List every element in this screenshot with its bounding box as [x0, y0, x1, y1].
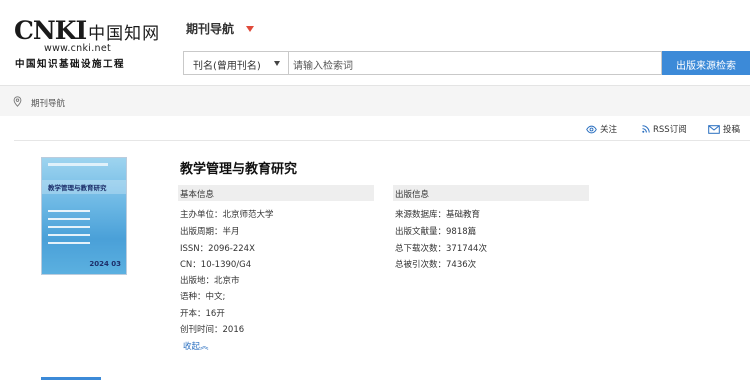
logo-wordmark: CNKI 中国知网 [14, 16, 160, 45]
row-label: ISSN： [180, 244, 209, 254]
location-pin-icon [13, 96, 22, 107]
row-value: 基础教育 [446, 210, 481, 220]
envelope-icon [708, 124, 720, 134]
follow-label: 关注 [600, 125, 618, 135]
row-value: 半月 [222, 227, 240, 237]
row-value: 北京市 [214, 276, 240, 286]
row-value: 2096-224X [208, 244, 255, 254]
publish-info-row: 来源数据库：基础教育 [395, 208, 480, 220]
row-label: 出版周期： [180, 227, 223, 237]
submit-action[interactable]: 投稿 [708, 123, 740, 135]
basic-info-row: 语种：中文; [180, 290, 225, 302]
basic-info-row: 主办单位：北京师范大学 [180, 208, 274, 220]
row-value: 16开 [205, 309, 225, 319]
row-label: 来源数据库： [395, 210, 447, 220]
publish-info-heading: 出版信息 [393, 185, 589, 201]
basic-info-row: ISSN：2096-224X [180, 242, 255, 254]
row-label: 创刊时间： [180, 325, 223, 335]
cnki-logo[interactable]: CNKI 中国知网 www.cnki.net 中国知识基础设施工程 [14, 16, 164, 76]
search-button[interactable]: 出版来源检索 [662, 51, 750, 75]
row-label: 总下载次数： [395, 244, 447, 254]
row-value: 7436次 [446, 260, 477, 270]
basic-info-row: 出版周期：半月 [180, 225, 240, 237]
rss-action[interactable]: RSS订阅 [642, 123, 687, 135]
logo-brand-latin: CNKI [14, 16, 87, 45]
journal-title: 教学管理与教育研究 [180, 162, 298, 177]
row-label: CN： [180, 260, 201, 270]
row-value: 371744次 [446, 244, 487, 254]
publish-info-row: 总下载次数：371744次 [395, 242, 487, 254]
row-label: 总被引次数： [395, 260, 447, 270]
nav-journal-menu[interactable]: 期刊导航 [186, 20, 234, 37]
publish-info-row: 总被引次数：7436次 [395, 258, 476, 270]
logo-brand-cn: 中国知网 [88, 24, 161, 44]
divider [14, 140, 750, 141]
breadcrumb: 期刊导航 [0, 86, 750, 116]
row-value: 2016 [222, 325, 245, 335]
basic-info-row: CN：10-1390/G4 [180, 258, 251, 270]
eye-icon [586, 125, 597, 133]
row-value: 中文; [205, 292, 226, 302]
row-label: 出版地： [180, 276, 215, 286]
rss-icon [642, 125, 650, 133]
caret-down-icon[interactable] [246, 26, 254, 32]
cover-issue: 2024 03 [89, 260, 121, 268]
search-input[interactable]: 请输入检索词 [289, 51, 662, 75]
row-label: 开本： [180, 309, 206, 319]
header: CNKI 中国知网 www.cnki.net 中国知识基础设施工程 期刊导航 刊名… [0, 0, 750, 86]
search-bar: 刊名(曾用刊名) 请输入检索词 出版来源检索 [183, 51, 750, 75]
row-value: 北京师范大学 [222, 210, 274, 220]
search-field-value: 刊名(曾用刊名) [193, 61, 261, 72]
logo-subtitle: 中国知识基础设施工程 [15, 59, 126, 70]
basic-info-row: 出版地：北京市 [180, 274, 240, 286]
chevron-down-icon [274, 61, 280, 66]
journal-cover-image: 教学管理与教育研究 2024 03 [41, 157, 127, 275]
basic-info-row: 开本：16开 [180, 307, 225, 319]
search-field-select[interactable]: 刊名(曾用刊名) [183, 51, 289, 75]
row-label: 语种： [180, 292, 206, 302]
rss-label: RSS订阅 [653, 125, 687, 135]
cover-header-line [48, 163, 108, 166]
logo-url: www.cnki.net [44, 43, 112, 54]
row-value: 9818篇 [446, 227, 477, 237]
cover-title: 教学管理与教育研究 [48, 184, 107, 192]
publish-info-row: 出版文献量：9818篇 [395, 225, 476, 237]
row-label: 出版文献量： [395, 227, 447, 237]
submit-label: 投稿 [723, 125, 741, 135]
breadcrumb-item-journal-nav[interactable]: 期刊导航 [31, 97, 65, 109]
basic-info-row: 创刊时间：2016 [180, 323, 244, 335]
row-value: 10-1390/G4 [200, 260, 252, 270]
cover-text-lines [48, 210, 90, 250]
row-label: 主办单位： [180, 210, 223, 220]
basic-info-heading: 基本信息 [178, 185, 374, 201]
follow-action[interactable]: 关注 [586, 123, 617, 135]
collapse-link[interactable]: 收起︽ [183, 340, 209, 352]
